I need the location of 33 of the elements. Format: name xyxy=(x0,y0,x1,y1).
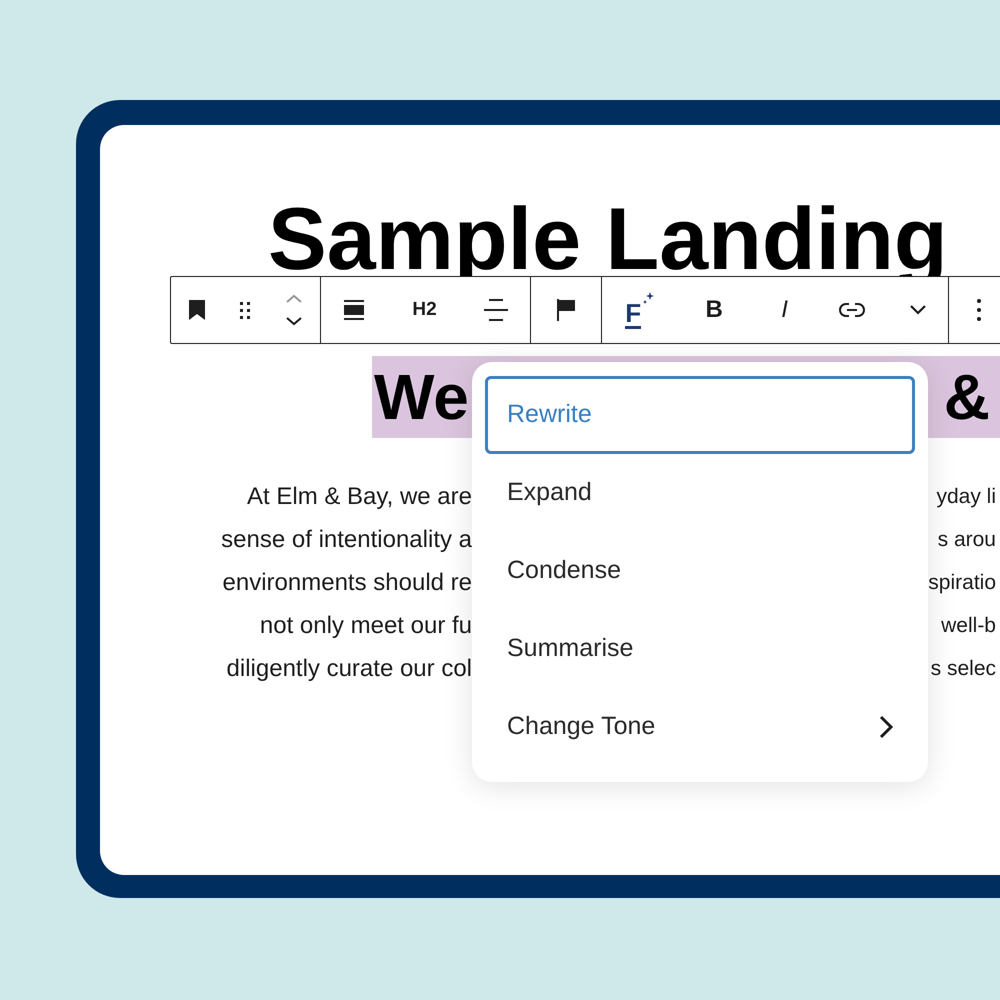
drag-handle-icon[interactable] xyxy=(238,300,252,320)
bold-button[interactable]: B xyxy=(698,292,731,328)
paragraph-text: At Elm & Bay, we are xyxy=(246,482,472,512)
paragraph-text: well-b xyxy=(941,612,997,639)
paragraph-text: not only meet our fu xyxy=(258,610,472,640)
paragraph-text: s arou xyxy=(938,526,997,553)
more-options-icon[interactable] xyxy=(976,298,982,322)
menu-item[interactable]: Change Tone xyxy=(485,688,915,766)
menu-item[interactable]: Summarise xyxy=(485,610,915,688)
ai-tools-button[interactable]: F xyxy=(623,292,656,328)
menu-item[interactable]: Rewrite xyxy=(485,376,915,454)
sparkle-icon xyxy=(643,292,656,304)
heading-level-button[interactable]: H2 xyxy=(408,296,441,324)
align-icon[interactable] xyxy=(342,299,366,321)
chevron-right-icon xyxy=(879,715,893,739)
italic-button[interactable]: I xyxy=(773,292,796,328)
bookmark-icon[interactable] xyxy=(186,299,207,321)
paragraph-text: environments should re xyxy=(222,568,472,598)
heading-text: We xyxy=(374,362,469,432)
menu-item[interactable]: Condense xyxy=(485,532,915,610)
chevron-down-icon[interactable] xyxy=(908,304,927,316)
text-align-icon[interactable] xyxy=(482,298,509,322)
heading-text: & xyxy=(944,362,991,432)
move-arrows-icon[interactable] xyxy=(284,293,304,327)
link-icon[interactable] xyxy=(838,301,866,319)
paragraph-text: yday li xyxy=(936,484,997,510)
paragraph-text: s selec xyxy=(930,656,997,682)
paragraph-text: spiratio xyxy=(928,570,997,596)
paragraph-text: sense of intentionality a xyxy=(220,524,472,554)
flag-icon[interactable] xyxy=(555,298,577,322)
paragraph-text: diligently curate our col xyxy=(226,654,472,684)
menu-item[interactable]: Expand xyxy=(485,454,915,532)
page-title: Sample Landing xyxy=(268,195,949,283)
